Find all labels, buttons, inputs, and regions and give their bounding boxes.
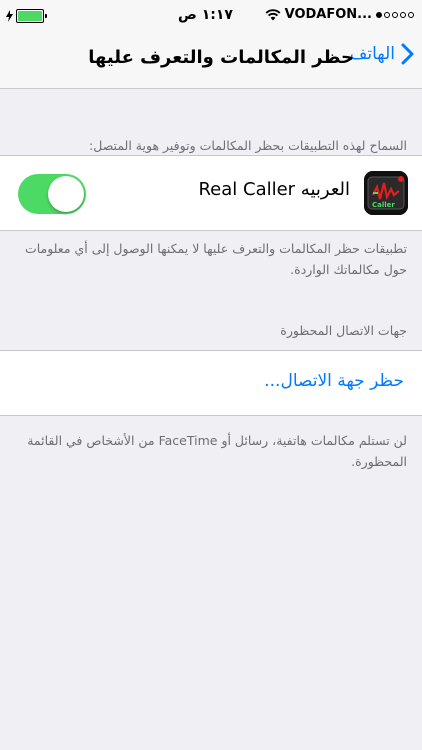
- status-time: ١:١٧ ص: [178, 7, 233, 23]
- battery-indicator: [6, 9, 47, 23]
- carrier-name: VODAFON...: [284, 7, 372, 22]
- app-row-real-caller: Caller العربيه Real Caller: [0, 156, 422, 230]
- back-button-label: الهاتف: [349, 44, 395, 64]
- block-contact-button[interactable]: حظر جهة الاتصال...: [0, 351, 422, 415]
- app-icon-text: Caller: [372, 201, 395, 209]
- battery-level-fill: [18, 11, 42, 21]
- toggle-knob: [48, 176, 84, 212]
- page-title: حظر المكالمات والتعرف عليها: [88, 47, 354, 68]
- apps-section-footer: تطبيقات حظر المكالمات والتعرف عليها لا ي…: [24, 241, 407, 277]
- real-caller-toggle[interactable]: [18, 174, 86, 214]
- signal-strength-icon: [376, 11, 414, 18]
- charging-bolt-icon: [6, 10, 13, 22]
- real-caller-app-icon: Caller: [364, 171, 408, 215]
- navigation-bar: الهاتف حظر المكالمات والتعرف عليها: [0, 32, 422, 89]
- wifi-icon: [265, 8, 281, 20]
- app-name-label: العربيه Real Caller: [198, 179, 350, 200]
- blocked-group: حظر جهة الاتصال...: [0, 350, 422, 416]
- battery-icon: [16, 9, 44, 23]
- status-bar: ١:١٧ ص VODAFON...: [0, 0, 422, 32]
- block-contact-label: حظر جهة الاتصال...: [264, 371, 404, 391]
- chevron-back-icon: [401, 43, 414, 65]
- apps-section-header: السماح لهذه التطبيقات بحظر المكالمات وتو…: [89, 138, 407, 153]
- blocked-section-header: جهات الاتصال المحظورة: [280, 323, 407, 338]
- back-button[interactable]: الهاتف: [350, 43, 414, 65]
- apps-group: Caller العربيه Real Caller: [0, 155, 422, 231]
- blocked-section-footer: لن تستلم مكالمات هاتفية، رسائل أو FaceTi…: [27, 433, 407, 469]
- status-right: VODAFON...: [265, 7, 414, 22]
